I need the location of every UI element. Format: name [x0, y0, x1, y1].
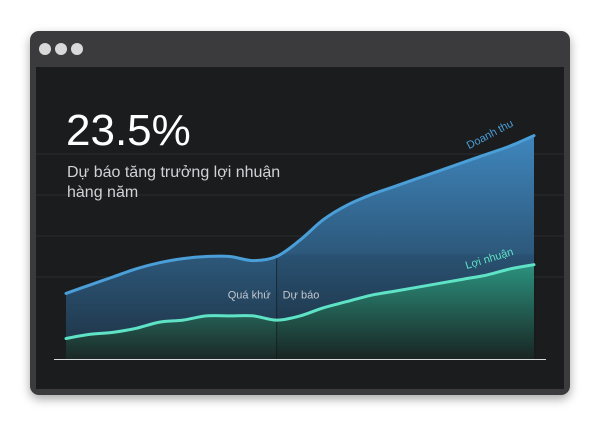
- growth-caption: Dự báo tăng trưởng lợi nhuận hàng năm: [67, 164, 281, 201]
- past-label: Quá khứ: [228, 290, 271, 302]
- chart-panel: Doanh thu Lợi nhuận Quá khứ Dự báo 23.5% Dự…: [36, 67, 564, 389]
- window-titlebar: [30, 31, 570, 67]
- forecast-region: [276, 254, 536, 359]
- app-window: Doanh thu Lợi nhuận Quá khứ Dự báo 23.5% Dự…: [30, 31, 570, 395]
- growth-percentage: 23.5%: [66, 106, 191, 155]
- window-maximize-button[interactable]: [71, 43, 83, 55]
- forecast-label: Dự báo: [283, 290, 320, 302]
- window-close-button[interactable]: [39, 43, 51, 55]
- window-minimize-button[interactable]: [55, 43, 67, 55]
